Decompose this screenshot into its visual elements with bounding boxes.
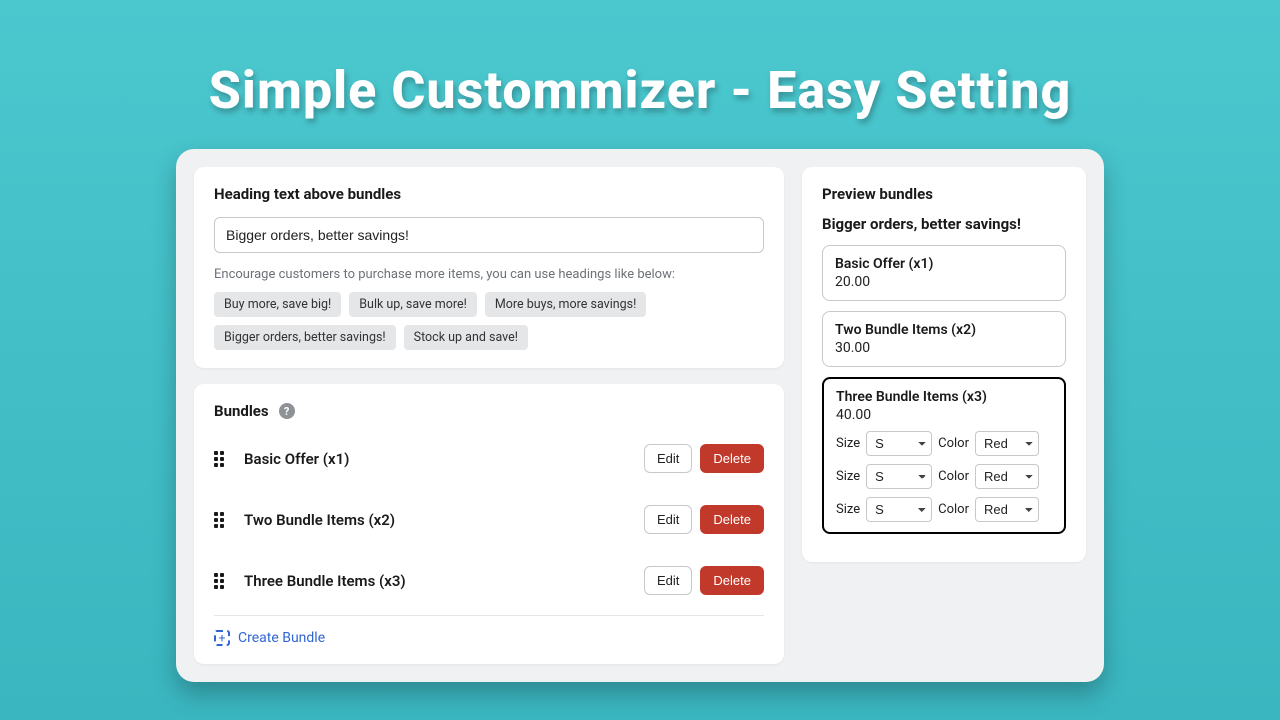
offer-name: Basic Offer (x1) bbox=[835, 256, 1053, 272]
drag-handle-icon[interactable] bbox=[214, 452, 228, 466]
drag-handle-icon[interactable] bbox=[214, 574, 228, 588]
edit-button[interactable]: Edit bbox=[644, 566, 692, 595]
right-column: Preview bundles Bigger orders, better sa… bbox=[802, 167, 1086, 664]
variant-row: Size S Color Red bbox=[836, 431, 1052, 456]
size-label: Size bbox=[836, 436, 860, 451]
edit-button[interactable]: Edit bbox=[644, 444, 692, 473]
offer-name: Two Bundle Items (x2) bbox=[835, 322, 1053, 338]
app-card: Heading text above bundles Encourage cus… bbox=[176, 149, 1104, 682]
heading-hint: Encourage customers to purchase more ite… bbox=[214, 267, 764, 282]
offer-price: 20.00 bbox=[835, 274, 1053, 290]
plus-dashed-icon: + bbox=[214, 630, 230, 646]
chip-suggestion[interactable]: More buys, more savings! bbox=[485, 292, 647, 317]
size-label: Size bbox=[836, 502, 860, 517]
color-label: Color bbox=[938, 436, 969, 451]
size-select[interactable]: S bbox=[866, 497, 932, 522]
preview-heading: Bigger orders, better savings! bbox=[822, 215, 1066, 233]
preview-offer[interactable]: Two Bundle Items (x2) 30.00 bbox=[822, 311, 1066, 367]
drag-handle-icon[interactable] bbox=[214, 513, 228, 527]
color-select[interactable]: Red bbox=[975, 431, 1039, 456]
preview-offer-selected[interactable]: Three Bundle Items (x3) 40.00 Size S Col… bbox=[822, 377, 1066, 534]
bundles-panel: Bundles ? Basic Offer (x1) Edit Delete T… bbox=[194, 384, 784, 664]
preview-offer[interactable]: Basic Offer (x1) 20.00 bbox=[822, 245, 1066, 301]
color-label: Color bbox=[938, 469, 969, 484]
bundle-row: Basic Offer (x1) Edit Delete bbox=[214, 428, 764, 489]
preview-panel-title: Preview bundles bbox=[822, 185, 1066, 203]
offer-price: 40.00 bbox=[836, 407, 1052, 423]
create-bundle-button[interactable]: + Create Bundle bbox=[214, 615, 764, 646]
color-select[interactable]: Red bbox=[975, 464, 1039, 489]
create-bundle-label: Create Bundle bbox=[238, 630, 325, 646]
preview-panel: Preview bundles Bigger orders, better sa… bbox=[802, 167, 1086, 562]
chip-suggestion[interactable]: Bulk up, save more! bbox=[349, 292, 477, 317]
bundles-title: Bundles bbox=[214, 402, 269, 420]
page-title: Simple Custommizer - Easy Setting bbox=[0, 0, 1280, 121]
bundle-row: Two Bundle Items (x2) Edit Delete bbox=[214, 489, 764, 550]
offer-name: Three Bundle Items (x3) bbox=[836, 389, 1052, 405]
size-select[interactable]: S bbox=[866, 431, 932, 456]
bundle-name: Three Bundle Items (x3) bbox=[244, 572, 636, 590]
heading-input[interactable] bbox=[214, 217, 764, 253]
size-select[interactable]: S bbox=[866, 464, 932, 489]
help-icon[interactable]: ? bbox=[279, 403, 295, 419]
variant-row: Size S Color Red bbox=[836, 464, 1052, 489]
size-label: Size bbox=[836, 469, 860, 484]
left-column: Heading text above bundles Encourage cus… bbox=[194, 167, 784, 664]
chip-suggestion[interactable]: Stock up and save! bbox=[404, 325, 528, 350]
color-label: Color bbox=[938, 502, 969, 517]
delete-button[interactable]: Delete bbox=[700, 505, 764, 534]
heading-panel: Heading text above bundles Encourage cus… bbox=[194, 167, 784, 368]
heading-chips: Buy more, save big! Bulk up, save more! … bbox=[214, 292, 764, 350]
bundle-row: Three Bundle Items (x3) Edit Delete bbox=[214, 550, 764, 611]
delete-button[interactable]: Delete bbox=[700, 444, 764, 473]
bundle-name: Two Bundle Items (x2) bbox=[244, 511, 636, 529]
chip-suggestion[interactable]: Buy more, save big! bbox=[214, 292, 341, 317]
chip-suggestion[interactable]: Bigger orders, better savings! bbox=[214, 325, 396, 350]
heading-panel-title: Heading text above bundles bbox=[214, 185, 764, 203]
offer-price: 30.00 bbox=[835, 340, 1053, 356]
delete-button[interactable]: Delete bbox=[700, 566, 764, 595]
variant-row: Size S Color Red bbox=[836, 497, 1052, 522]
color-select[interactable]: Red bbox=[975, 497, 1039, 522]
edit-button[interactable]: Edit bbox=[644, 505, 692, 534]
bundle-name: Basic Offer (x1) bbox=[244, 450, 636, 468]
